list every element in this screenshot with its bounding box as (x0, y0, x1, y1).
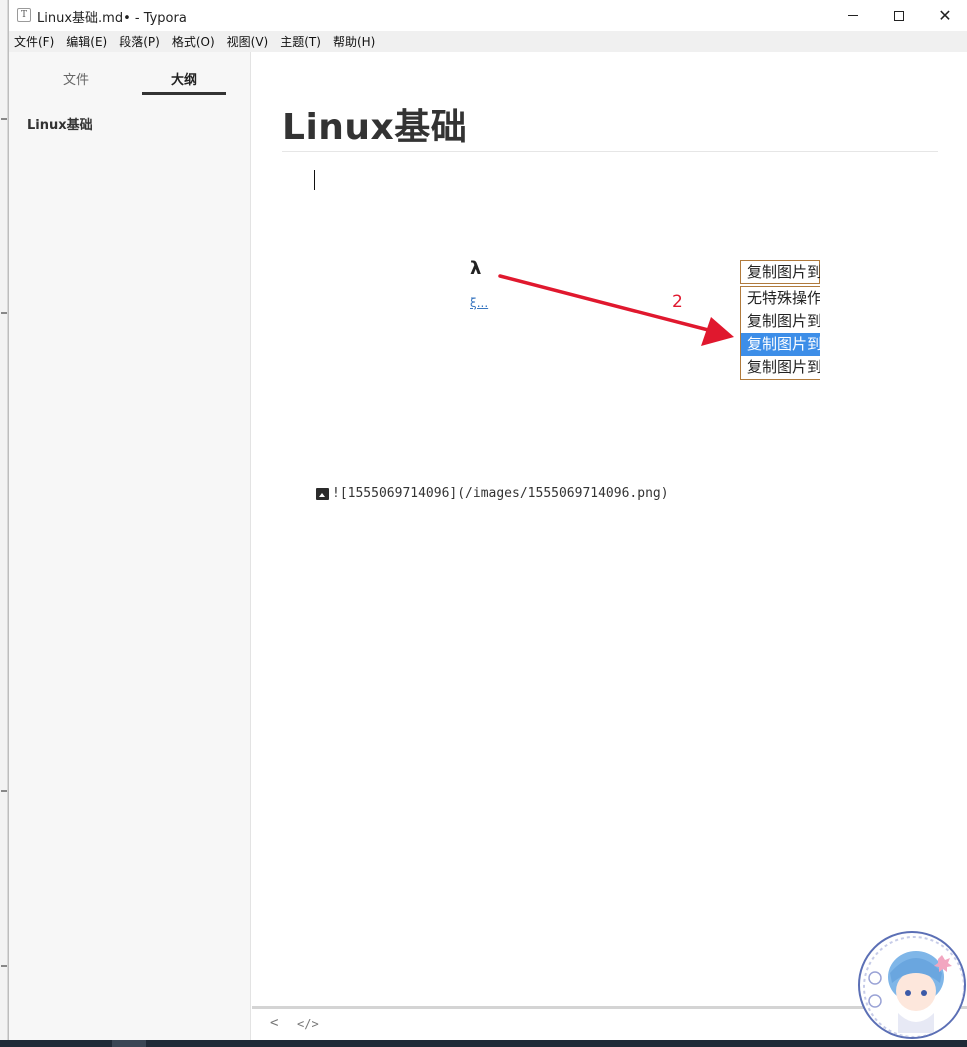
source-mode-button[interactable]: </> (297, 1017, 319, 1031)
text-caret (314, 170, 315, 190)
markdown-image-text[interactable]: ![1555069714096](/images/1555069714096.p… (332, 486, 669, 501)
dropdown-option-selected: 复制图片到 (741, 333, 820, 356)
image-icon (316, 487, 329, 500)
menu-view[interactable]: 视图(V) (227, 33, 269, 50)
dropdown-option: 无特殊操作 (747, 289, 820, 307)
embedded-image[interactable]: λ ξ... 2 复制图片到 无特殊操作 复制图片到 复制图片到 复制图片到 (462, 250, 820, 390)
menu-file[interactable]: 文件(F) (14, 33, 54, 50)
close-button[interactable]: ✕ (922, 0, 967, 31)
background-mark (1, 790, 7, 792)
tab-outline[interactable]: 大纲 (171, 69, 197, 88)
toggle-sidebar-button[interactable]: < (270, 1015, 278, 1031)
minimize-button[interactable] (830, 0, 876, 31)
active-tab-indicator (142, 92, 226, 95)
taskbar (0, 1040, 967, 1047)
menu-format[interactable]: 格式(O) (172, 33, 215, 50)
maximize-icon (894, 10, 904, 21)
background-window-edge (0, 0, 8, 1047)
typora-window: T Linux基础.md• - Typora ✕ 文件(F) 编辑(E) 段落(… (8, 0, 967, 1040)
window-title: Linux基础.md• - Typora (37, 11, 187, 26)
dropdown-option: 复制图片到 (747, 358, 820, 376)
background-mark (1, 965, 7, 967)
menu-edit[interactable]: 编辑(E) (66, 33, 107, 50)
title-bar: T Linux基础.md• - Typora ✕ (9, 0, 967, 31)
taskbar-item[interactable] (112, 1040, 146, 1047)
background-mark (1, 312, 7, 314)
background-mark (1, 118, 7, 120)
status-footer: < </> (252, 1009, 967, 1040)
menu-help[interactable]: 帮助(H) (333, 33, 375, 50)
heading-underline (282, 151, 938, 152)
menu-paragraph[interactable]: 段落(P) (119, 33, 160, 50)
arrow-step-label: 2 (672, 292, 683, 312)
image-link-fragment: ξ... (470, 296, 489, 310)
close-icon: ✕ (938, 5, 952, 25)
dropdown-selected-value: 复制图片到 (740, 260, 820, 284)
minimize-icon (848, 15, 858, 16)
dropdown-option: 复制图片到 (747, 312, 820, 330)
red-arrow-icon (498, 274, 734, 346)
menu-theme[interactable]: 主题(T) (280, 33, 321, 50)
avatar-illustration (863, 936, 964, 1037)
image-markdown-source[interactable]: ![1555069714096](/images/1555069714096.p… (316, 486, 669, 501)
app-icon: T (17, 8, 31, 22)
maximize-button[interactable] (876, 0, 922, 31)
editor-area[interactable]: Linux基础 λ ξ... 2 复制图片到 无特殊操作 复制图片到 复制图片到… (252, 52, 967, 1006)
dropdown-options: 无特殊操作 复制图片到 复制图片到 复制图片到 (740, 286, 820, 380)
outline-item[interactable]: Linux基础 (27, 114, 93, 133)
tab-files[interactable]: 文件 (63, 69, 89, 88)
image-glyph-fragment: λ (470, 258, 482, 279)
watermark-avatar-icon (858, 931, 966, 1039)
document-heading[interactable]: Linux基础 (282, 98, 467, 150)
menu-bar: 文件(F) 编辑(E) 段落(P) 格式(O) 视图(V) 主题(T) 帮助(H… (9, 31, 967, 52)
dropdown-screenshot: 复制图片到 无特殊操作 复制图片到 复制图片到 复制图片到 (740, 260, 820, 381)
sidebar: 文件 大纲 Linux基础 (9, 52, 251, 1040)
